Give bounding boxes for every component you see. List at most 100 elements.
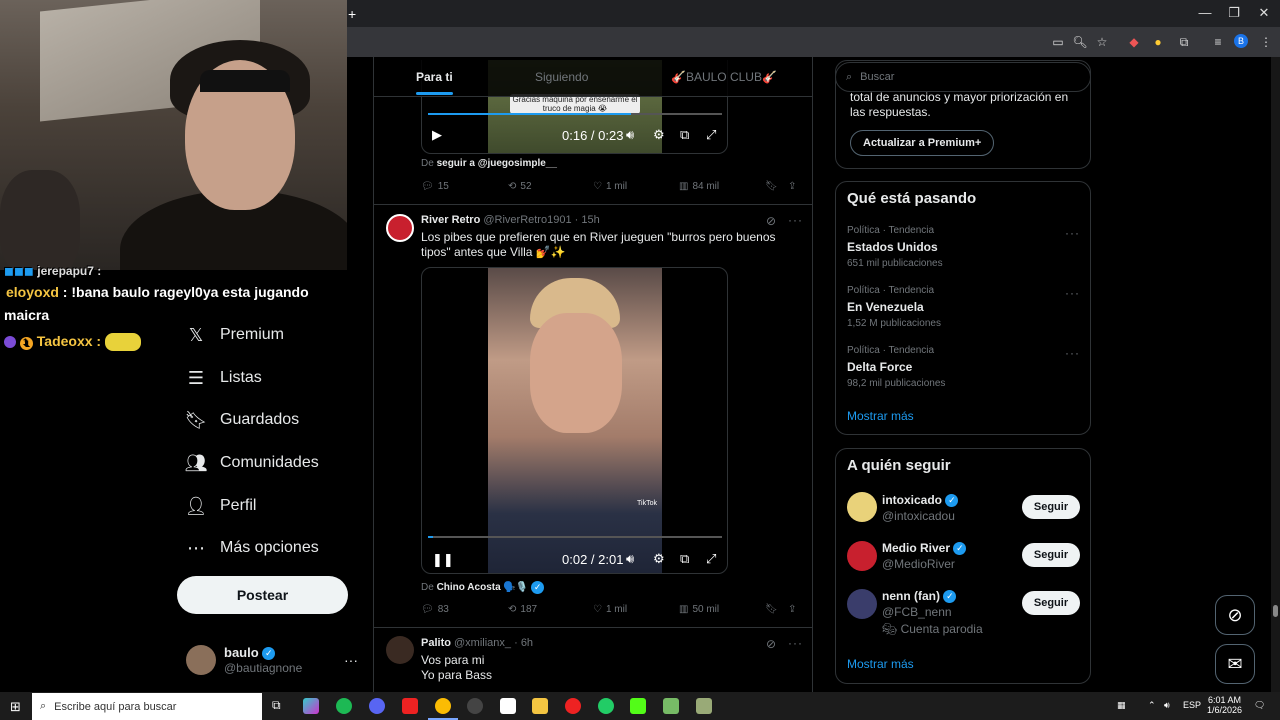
video-progress[interactable]	[428, 536, 722, 538]
author-handle[interactable]: @RiverRetro1901	[483, 214, 571, 226]
reply-button[interactable]: 💬︎ 83	[421, 604, 449, 615]
settings-icon[interactable]: ⚙	[653, 551, 665, 567]
trend-item[interactable]: Política · Tendencia En Venezuela 1,52 M…	[847, 285, 941, 329]
share-icon[interactable]: ⇪	[788, 604, 796, 615]
trend-item[interactable]: Política · Tendencia Delta Force 98,2 mi…	[847, 345, 945, 389]
settings-icon[interactable]: ⚙	[653, 127, 665, 143]
suggested-account-name[interactable]: nenn (fan) ✓	[882, 589, 957, 604]
bookmark-icon[interactable]: 🔖︎	[765, 181, 778, 192]
obs-icon[interactable]	[467, 698, 483, 714]
fullscreen-icon[interactable]: ⤢	[706, 551, 716, 567]
tab-baulo-club[interactable]: 🎸BAULO CLUB🎸	[671, 70, 777, 84]
puzzle-icon[interactable]: ⧉	[1176, 34, 1192, 50]
volume-icon[interactable]: 🔊︎	[626, 551, 634, 567]
tweet-age[interactable]: · 15h	[575, 214, 600, 226]
trend-more-icon[interactable]: ···	[1065, 226, 1080, 240]
app-icon[interactable]	[663, 698, 679, 714]
pip-icon[interactable]: ⧉	[680, 127, 689, 143]
kick-icon[interactable]	[630, 698, 646, 714]
trend-more-icon[interactable]: ···	[1065, 286, 1080, 300]
retweet-button[interactable]: ⟲ 52	[508, 181, 532, 192]
reply-button[interactable]: 💬︎ 15	[421, 181, 449, 192]
like-button[interactable]: ♡ 1 mil	[593, 604, 627, 615]
tab-following[interactable]: Siguiendo	[535, 70, 588, 84]
language-indicator[interactable]: ESP	[1183, 700, 1201, 710]
upgrade-premium-button[interactable]: Actualizar a Premium+	[850, 130, 995, 156]
bookmark-icon[interactable]: 🔖︎	[765, 604, 778, 615]
author-handle[interactable]: @xmilianx_	[454, 637, 511, 649]
search-input[interactable]: ⌕ Buscar	[835, 62, 1091, 92]
clock[interactable]: 6:01 AM 1/6/2026	[1207, 695, 1242, 715]
grok-icon[interactable]: ⊘	[766, 214, 776, 228]
windows-start-icon[interactable]: ⊞	[10, 699, 21, 715]
zoom-icon[interactable]: 🔍︎	[1072, 34, 1088, 50]
avatar[interactable]	[386, 214, 414, 242]
taskbar-search-input[interactable]: ⌕ Escribe aquí para buscar	[32, 693, 262, 720]
video-source[interactable]: De seguir a @juegosimple__	[421, 158, 557, 169]
star-icon[interactable]: ☆	[1094, 34, 1110, 50]
keyboard-icon[interactable]: ▦	[1117, 700, 1126, 711]
spotify-icon[interactable]	[336, 698, 352, 714]
new-tab-button[interactable]: +	[348, 6, 356, 22]
opera-icon[interactable]	[565, 698, 581, 714]
cast-icon[interactable]: ▭	[1050, 34, 1066, 50]
volume-icon[interactable]: 🔊︎	[626, 127, 634, 143]
messages-button[interactable]: ✉	[1215, 644, 1255, 684]
sidebar-item-communities[interactable]: 👥︎ Comunidades	[185, 448, 319, 478]
sidebar-item-lists[interactable]: ☰ Listas	[186, 363, 262, 393]
trend-item[interactable]: Política · Tendencia Estados Unidos 651 …	[847, 225, 943, 269]
pip-icon[interactable]: ⧉	[680, 551, 689, 567]
post-button[interactable]: Postear	[177, 576, 348, 614]
like-button[interactable]: ♡ 1 mil	[593, 181, 627, 192]
author-name[interactable]: River Retro	[421, 214, 480, 226]
media-icon[interactable]: ≡	[1210, 34, 1226, 50]
restore-button[interactable]: ❐	[1224, 5, 1244, 21]
app-icon[interactable]	[500, 698, 516, 714]
account-more-icon[interactable]: ···	[344, 652, 358, 668]
show-more-trends-link[interactable]: Mostrar más	[847, 409, 914, 423]
account-name[interactable]: baulo ✓	[224, 645, 276, 661]
video-player[interactable]: TikTok ❚❚ 0:02 / 2:01 🔊︎ ⚙ ⧉ ⤢	[421, 267, 728, 574]
share-icon[interactable]: ⇪	[788, 181, 796, 192]
suggested-account-name[interactable]: Medio River ✓	[882, 541, 967, 556]
grok-icon[interactable]: ⊘	[766, 637, 776, 651]
tweet-age[interactable]: · 6h	[514, 637, 533, 649]
grok-button[interactable]: ⊘	[1215, 595, 1255, 635]
fullscreen-icon[interactable]: ⤢	[706, 127, 716, 143]
scrollbar[interactable]	[1271, 57, 1280, 692]
task-view-icon[interactable]: ⧉	[272, 698, 281, 713]
sidebar-item-bookmarks[interactable]: 🔖︎ Guardados	[185, 405, 300, 435]
minimize-button[interactable]: —	[1195, 5, 1215, 21]
app-icon[interactable]	[696, 698, 712, 714]
views-button[interactable]: ▥ 50 mil	[679, 604, 719, 615]
copilot-icon[interactable]	[303, 698, 319, 714]
extension-icon[interactable]: ●	[1150, 34, 1166, 50]
tweet-more-icon[interactable]: ···	[788, 636, 803, 650]
notifications-icon[interactable]: 🗨︎	[1254, 700, 1265, 711]
avatar[interactable]	[186, 645, 216, 675]
close-window-button[interactable]: ✕	[1254, 5, 1274, 21]
chrome-icon[interactable]	[435, 698, 451, 714]
views-button[interactable]: ▥ 84 mil	[679, 181, 719, 192]
author-name[interactable]: Palito	[421, 637, 451, 649]
tray-chevron-icon[interactable]: ⌃	[1148, 700, 1156, 711]
pause-icon[interactable]: ❚❚	[432, 552, 454, 568]
suggested-account-name[interactable]: intoxicado ✓	[882, 493, 959, 508]
video-progress[interactable]	[428, 113, 722, 115]
tab-for-you[interactable]: Para ti	[416, 70, 453, 84]
follow-button[interactable]: Seguir	[1022, 591, 1080, 615]
sidebar-item-more[interactable]: ⋯ Más opciones	[186, 533, 319, 563]
profile-avatar[interactable]: B	[1234, 34, 1248, 48]
video-source[interactable]: De Chino Acosta 🗣️🎙️ ✓	[421, 581, 545, 594]
sidebar-item-premium[interactable]: 𝕏 Premium	[186, 320, 284, 350]
play-icon[interactable]: ▶	[432, 127, 442, 143]
extension-icon[interactable]: ◆	[1126, 34, 1142, 50]
follow-button[interactable]: Seguir	[1022, 543, 1080, 567]
avatar[interactable]	[847, 492, 877, 522]
avatar[interactable]	[386, 636, 414, 664]
discord-icon[interactable]	[369, 698, 385, 714]
show-more-follow-link[interactable]: Mostrar más	[847, 657, 914, 671]
trend-more-icon[interactable]: ···	[1065, 346, 1080, 360]
tweet-more-icon[interactable]: ···	[788, 213, 803, 227]
folder-icon[interactable]	[532, 698, 548, 714]
